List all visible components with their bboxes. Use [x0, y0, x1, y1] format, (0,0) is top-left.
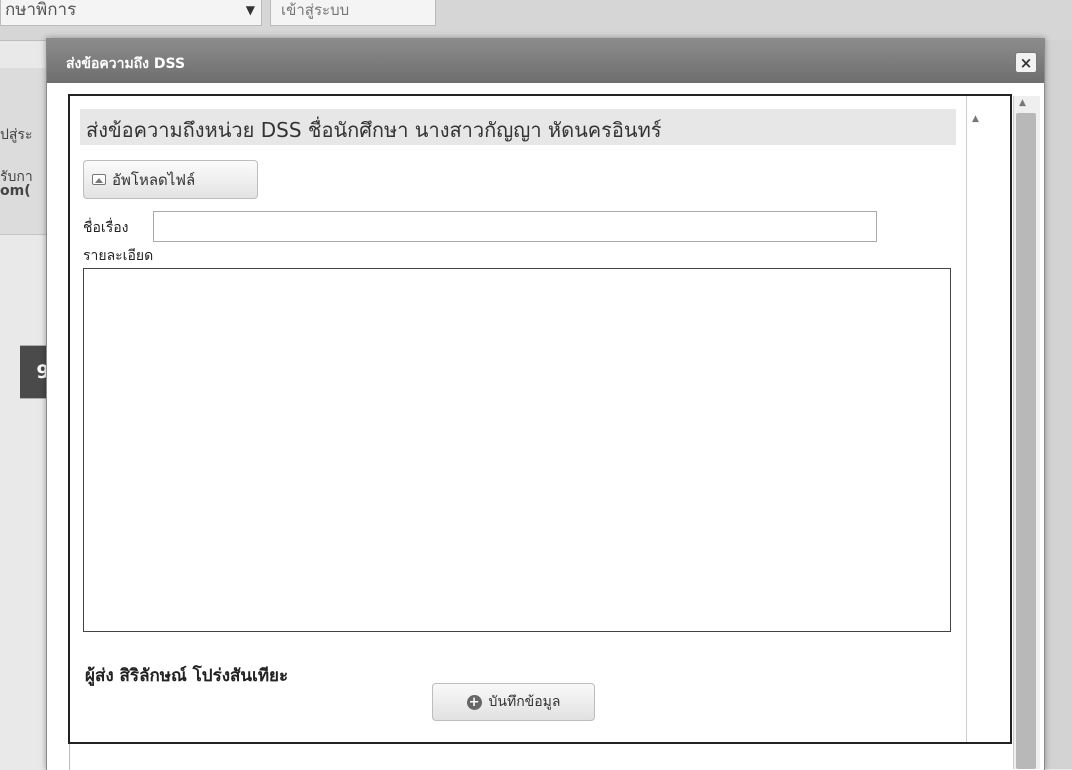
chevron-down-icon: ▼ — [245, 3, 255, 17]
close-icon[interactable]: × — [1015, 52, 1037, 73]
scrollbar-thumb[interactable] — [1016, 113, 1036, 769]
background-side-text-1: ปสู่ระ — [0, 127, 33, 143]
scroll-up-icon[interactable]: ▲ — [1019, 98, 1026, 108]
dialog-title: ส่งข้อความถึง DSS — [66, 56, 186, 72]
login-button[interactable]: เข้าสู่ระบบ — [270, 0, 436, 26]
program-select-value: กษาพิการ — [5, 0, 77, 20]
background-side-text-3: om( — [0, 183, 31, 199]
program-select[interactable]: กษาพิการ ▼ — [0, 0, 262, 26]
dialog-header: ส่งข้อความถึง DSS × — [47, 39, 1044, 83]
content-frame — [68, 94, 1012, 744]
login-button-label: เข้าสู่ระบบ — [281, 1, 350, 19]
